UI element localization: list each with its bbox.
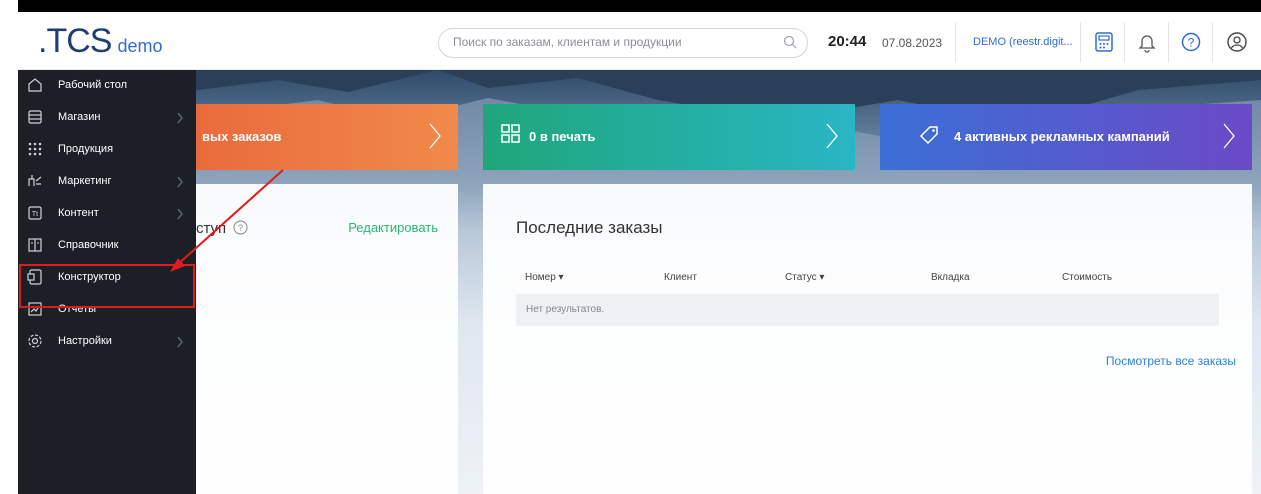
column-tab: Вкладка	[931, 272, 970, 283]
help-icon[interactable]: ?	[1180, 31, 1202, 53]
sidebar-item-desktop[interactable]: Рабочий стол	[18, 70, 196, 102]
chevron-right-icon	[177, 176, 183, 188]
sidebar-item-content[interactable]: Tt Контент	[18, 198, 196, 230]
chevron-right-icon	[177, 336, 183, 348]
account-link[interactable]: DEMO (reestr.digit...	[973, 36, 1073, 48]
column-client: Клиент	[664, 272, 697, 283]
sidebar-item-marketing[interactable]: Маркетинг	[18, 166, 196, 198]
view-all-orders-link[interactable]: Посмотреть все заказы	[1106, 354, 1236, 368]
svg-text:?: ?	[1188, 36, 1195, 50]
home-icon	[28, 78, 42, 92]
gear-icon	[28, 334, 42, 348]
divider	[1168, 22, 1169, 62]
tile-new-orders[interactable]: вых заказов	[188, 104, 458, 170]
panel-title: Последние заказы	[516, 218, 663, 237]
chevron-right-icon	[177, 112, 183, 124]
highlight-box	[19, 264, 195, 308]
grid-icon	[28, 142, 42, 156]
content-icon: Tt	[28, 206, 42, 220]
search-icon[interactable]	[783, 35, 797, 49]
search-box[interactable]	[438, 28, 808, 58]
divider	[1124, 22, 1125, 62]
grid-icon	[501, 124, 520, 143]
sidebar-item-reference[interactable]: Справочник	[18, 230, 196, 262]
user-icon[interactable]	[1226, 31, 1248, 53]
bell-icon[interactable]	[1136, 31, 1158, 53]
chevron-right-icon	[826, 123, 838, 149]
divider	[1080, 22, 1081, 62]
help-icon[interactable]: ?	[233, 220, 248, 235]
column-status[interactable]: Статус ▾	[785, 272, 824, 283]
screenshot-frame: .TCSdemo 20:44 07.08.2023 DEMO (reestr.d…	[0, 0, 1261, 494]
sidebar-item-label: Магазин	[58, 111, 101, 123]
tag-icon	[919, 126, 938, 145]
svg-text:?: ?	[238, 223, 243, 233]
sidebar-item-label: Контент	[58, 207, 99, 219]
column-number[interactable]: Номер ▾	[525, 272, 564, 283]
search-input[interactable]	[453, 35, 773, 49]
top-header: .TCSdemo 20:44 07.08.2023 DEMO (reestr.d…	[18, 12, 1261, 70]
tile-ad-campaigns[interactable]: 4 активных рекламных кампаний	[880, 104, 1252, 170]
empty-message: Нет результатов.	[526, 304, 605, 315]
divider	[955, 22, 956, 62]
sidebar-item-label: Настройки	[58, 335, 112, 347]
clock-date: 07.08.2023	[882, 36, 943, 50]
svg-text:Tt: Tt	[32, 211, 38, 218]
chevron-right-icon	[429, 123, 441, 149]
tile-label: 4 активных рекламных кампаний	[954, 129, 1170, 144]
quick-access-panel: ступ ? Редактировать	[188, 184, 458, 494]
sidebar-item-label: Маркетинг	[58, 175, 112, 187]
calculator-icon[interactable]	[1093, 31, 1115, 53]
sidebar-item-label: Рабочий стол	[58, 79, 128, 91]
clock-time: 20:44	[828, 33, 867, 50]
chevron-right-icon	[177, 208, 183, 220]
chevron-right-icon	[1223, 123, 1235, 149]
logo[interactable]: .TCS demo	[38, 22, 162, 61]
divider	[1212, 22, 1213, 62]
recent-orders-panel: Последние заказы Номер ▾ Клиент Статус ▾…	[483, 184, 1252, 494]
panel-title: ступ	[196, 220, 227, 237]
marketing-icon	[28, 175, 42, 186]
app-window: .TCSdemo 20:44 07.08.2023 DEMO (reestr.d…	[18, 12, 1261, 494]
sidebar-item-label: Продукция	[58, 143, 114, 155]
sidebar-item-products[interactable]: Продукция	[18, 134, 196, 166]
top-border	[0, 0, 1261, 12]
column-cost: Стоимость	[1062, 272, 1113, 283]
edit-link[interactable]: Редактировать	[348, 220, 438, 235]
sidebar-item-store[interactable]: Магазин	[18, 102, 196, 134]
left-margin	[0, 0, 18, 494]
empty-row: Нет результатов.	[516, 294, 1219, 326]
sidebar-item-settings[interactable]: Настройки	[18, 326, 196, 358]
tile-label: вых заказов	[202, 129, 282, 144]
tile-label: 0 в печать	[529, 129, 596, 144]
tile-to-print[interactable]: 0 в печать	[483, 104, 855, 170]
store-icon	[28, 110, 42, 124]
sidebar-item-label: Справочник	[58, 239, 119, 251]
book-icon	[28, 238, 42, 252]
